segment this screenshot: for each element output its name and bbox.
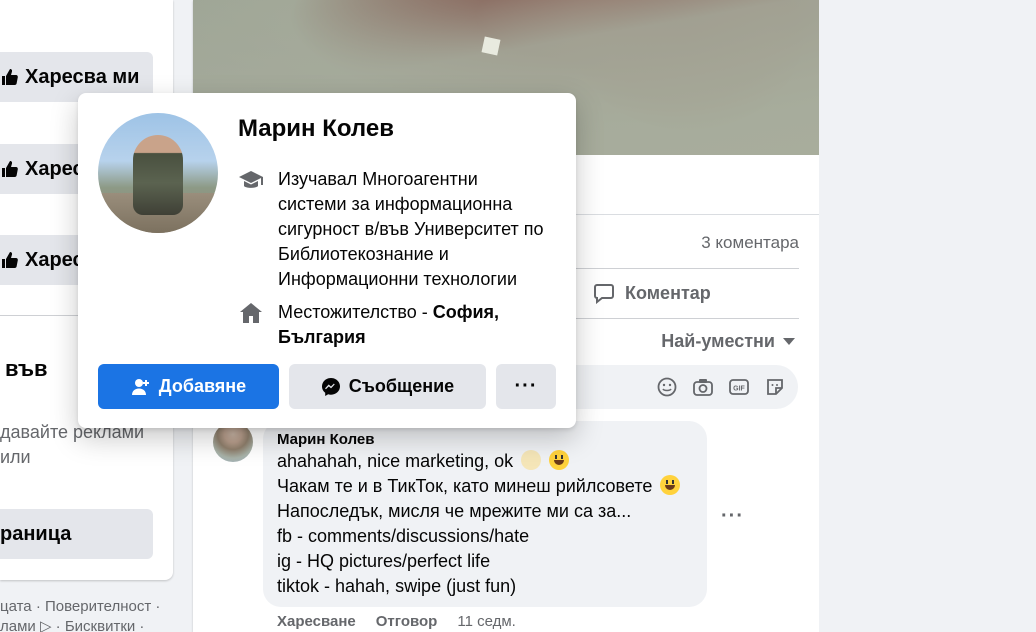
composer-icons: GIF [656, 376, 786, 398]
education-text: Изучавал Многоагентни системи за информа… [278, 169, 544, 289]
photo-detail [481, 36, 501, 56]
footer-line[interactable]: лами ▷ · Бисквитки · [0, 617, 160, 632]
emoji-icon[interactable] [656, 376, 678, 398]
comment-line: ig - HQ pictures/perfect life [277, 551, 491, 571]
gif-icon[interactable]: GIF [728, 376, 750, 398]
education-row: Изучавал Многоагентни системи за информа… [238, 167, 548, 292]
comment-line: Напоследък, мисля че мрежите ми са за... [277, 501, 632, 521]
add-friend-label: Добавяне [158, 376, 247, 396]
comment-actions: Харесване Отговор 11 седм. [277, 613, 516, 630]
comment-more-button[interactable]: ··· [721, 505, 744, 528]
sort-label: Най-уместни [661, 331, 775, 351]
grinning-emoji-icon [549, 450, 570, 470]
sticker-icon[interactable] [764, 376, 786, 398]
comment-like-link[interactable]: Харесване [277, 613, 356, 630]
comment-icon [594, 284, 614, 304]
like-page-label: Харес [25, 248, 84, 271]
like-page-label: Харес [25, 157, 84, 180]
comment-button[interactable]: Коментар [593, 282, 711, 304]
right-background [819, 0, 1036, 632]
comments-count[interactable]: 3 коментара [701, 233, 799, 253]
camera-icon[interactable] [692, 376, 714, 398]
comment-bubble: Марин Колев ahahahah, nice marketing, ok… [263, 421, 707, 607]
graduation-cap-icon [239, 171, 263, 188]
messenger-icon [321, 377, 340, 396]
comment-line: fb - comments/discussions/hate [277, 526, 530, 546]
avatar[interactable] [213, 422, 253, 462]
svg-text:GIF: GIF [733, 386, 745, 393]
thumbs-up-icon [2, 161, 18, 177]
profile-avatar[interactable] [98, 113, 218, 233]
comment-line-text: Чакам те и в ТикТок, като минеш рийлсове… [277, 476, 653, 496]
residence-row: Местожителство - София, България [238, 300, 548, 350]
comment-timestamp[interactable]: 11 седм. [457, 613, 515, 630]
footer-line[interactable]: цата · Поверителност · [0, 597, 160, 617]
avatar-detail [133, 135, 183, 215]
home-icon [240, 303, 262, 323]
residence-text: Местожителство - София, България [278, 300, 548, 350]
footer-links[interactable]: цата · Поверителност · лами ▷ · Бисквитк… [0, 597, 160, 632]
profile-hover-card: Марин Колев Изучавал Многоагентни систем… [78, 93, 576, 428]
residence-prefix: Местожителство - [278, 302, 433, 322]
comment-button-label: Коментар [625, 282, 711, 303]
caret-down-icon [783, 338, 795, 345]
more-options-button[interactable]: ··· [496, 364, 556, 409]
add-friend-button[interactable]: Добавяне [98, 364, 279, 409]
pacman-emoji-icon [521, 450, 542, 470]
description-line: или [0, 447, 31, 467]
add-friend-icon [131, 378, 149, 395]
create-page-button[interactable]: раница [0, 509, 153, 559]
comment-line: tiktok - hahah, swipe (just fun) [277, 576, 517, 596]
profile-name[interactable]: Марин Колев [238, 115, 394, 143]
comment-line-text: ahahahah, nice marketing, ok [277, 451, 514, 471]
thumbs-up-icon [2, 69, 18, 85]
comment-reply-link[interactable]: Отговор [376, 613, 438, 630]
section-heading: във [5, 356, 48, 381]
comment-sort-dropdown[interactable]: Най-уместни [661, 331, 795, 352]
grinning-emoji-icon [660, 475, 681, 495]
comment-line: Чакам те и в ТикТок, като минеш рийлсове… [277, 474, 693, 499]
comment-line: ahahahah, nice marketing, ok [277, 449, 693, 474]
message-label: Съобщение [348, 376, 455, 396]
comment-author[interactable]: Марин Колев [277, 431, 693, 449]
like-page-label: Харесва ми [25, 65, 140, 88]
message-button[interactable]: Съобщение [289, 364, 486, 409]
thumbs-up-icon [2, 252, 18, 268]
